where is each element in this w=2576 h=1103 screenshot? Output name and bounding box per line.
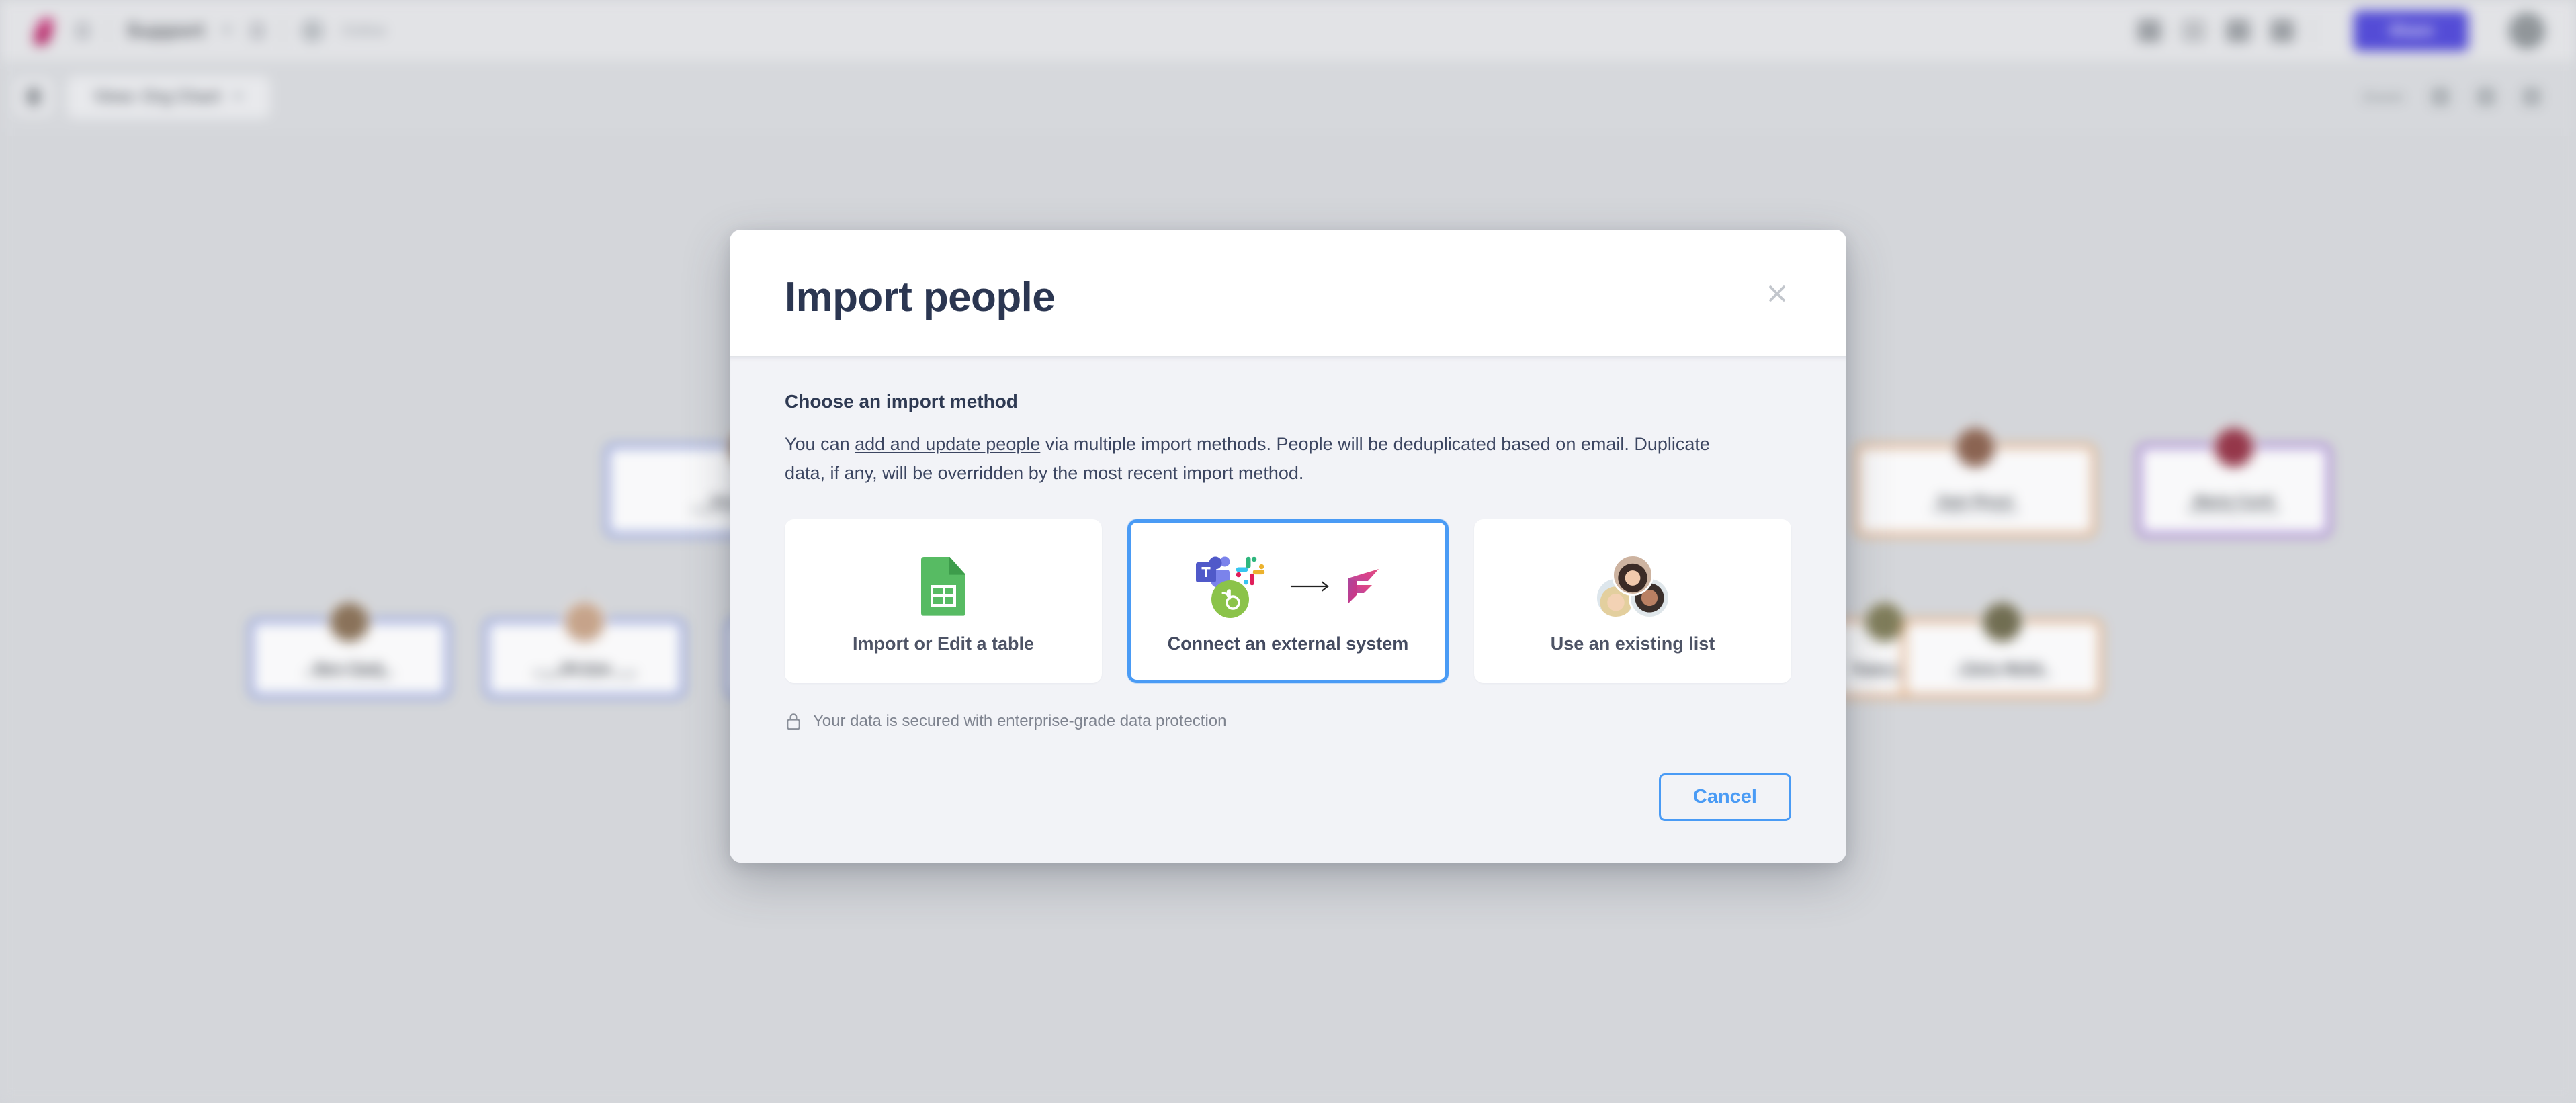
cancel-button[interactable]: Cancel (1658, 773, 1791, 822)
import-method-options: Import or Edit a table Connect an extern… (785, 519, 1791, 684)
functionly-logo-icon (1348, 568, 1379, 604)
lock-icon (787, 713, 800, 730)
bamboohr-icon (1211, 580, 1249, 618)
dialog-header: Import people (730, 229, 1846, 356)
option-import-or-edit-table[interactable]: Import or Edit a table (785, 519, 1102, 684)
arrow-right-icon (1290, 581, 1329, 592)
option-connect-external-system[interactable]: Connect an external system (1127, 519, 1449, 684)
description-prefix: You can (785, 433, 855, 454)
dialog-footer: Cancel (730, 737, 1846, 863)
close-icon[interactable] (1759, 275, 1795, 312)
dialog-body: Choose an import method You can add and … (730, 355, 1846, 738)
people-avatars-icon (1595, 549, 1670, 624)
security-text: Your data is secured with enterprise-gra… (813, 712, 1227, 731)
modal-overlay: Import people Choose an import method Yo… (0, 0, 2576, 1103)
section-description: You can add and update people via multip… (785, 430, 1746, 487)
security-notice: Your data is secured with enterprise-gra… (785, 711, 1791, 737)
option-use-existing-list[interactable]: Use an existing list (1474, 519, 1791, 684)
page-title: Import people (785, 273, 1056, 320)
add-and-update-people-link[interactable]: add and update people (855, 434, 1040, 454)
google-sheets-icon (921, 549, 965, 624)
option-label: Connect an external system (1167, 633, 1409, 654)
integrations-arrow-icon (1195, 549, 1381, 624)
section-heading: Choose an import method (785, 390, 1018, 412)
option-label: Use an existing list (1550, 633, 1715, 654)
import-people-dialog: Import people Choose an import method Yo… (730, 229, 1846, 863)
avatar (1612, 554, 1654, 596)
option-label: Import or Edit a table (852, 633, 1035, 654)
